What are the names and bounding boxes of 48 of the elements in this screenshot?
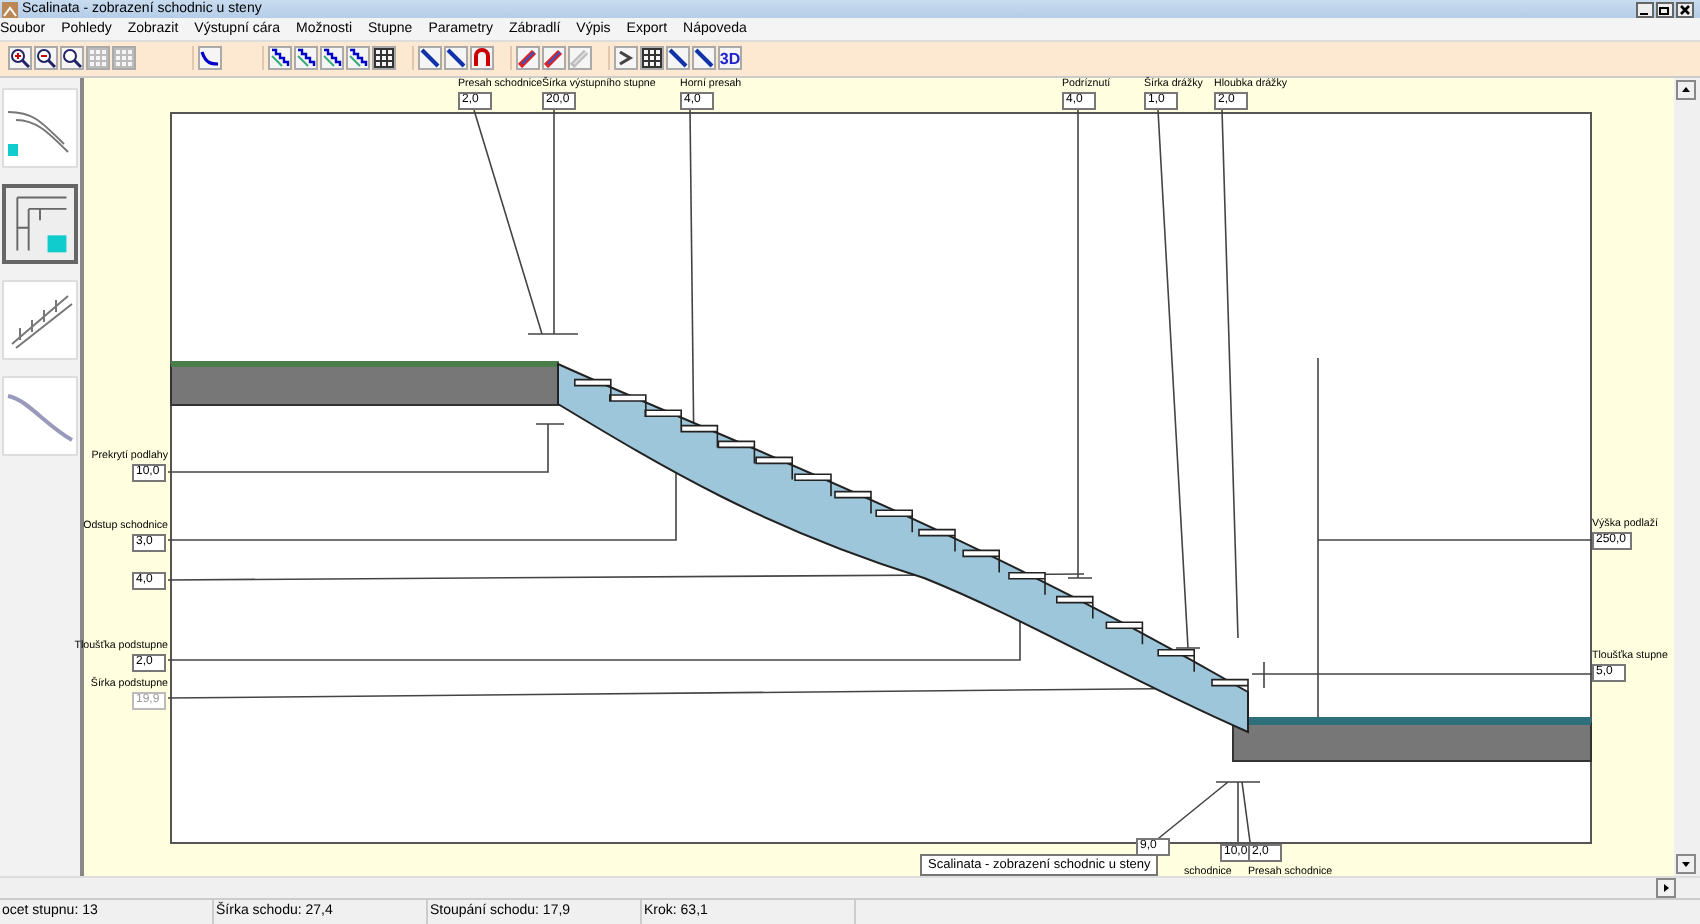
toolbar-button[interactable] bbox=[418, 46, 442, 71]
toolbar-button[interactable] bbox=[268, 46, 292, 71]
chevron-icon bbox=[616, 48, 636, 69]
minimize-icon[interactable] bbox=[1636, 1, 1654, 18]
diagonal-line-icon bbox=[668, 48, 688, 69]
toolbar-button[interactable] bbox=[640, 46, 664, 71]
stair-icon bbox=[270, 48, 290, 69]
grid-icon bbox=[114, 48, 134, 69]
pencil-icon bbox=[570, 48, 590, 69]
vertical-scrollbar[interactable] bbox=[1674, 77, 1698, 876]
scroll-right-icon[interactable] bbox=[1656, 877, 1676, 898]
diagonal-line-icon bbox=[420, 48, 440, 69]
toolbar-button[interactable] bbox=[346, 46, 370, 71]
toolbar-button[interactable] bbox=[34, 46, 58, 71]
grid-icon bbox=[642, 48, 662, 69]
magnet-icon bbox=[472, 48, 492, 69]
magnifier-icon bbox=[62, 48, 82, 69]
pencil-icon bbox=[518, 48, 538, 69]
zoom-in-icon bbox=[10, 48, 30, 69]
stair-icon bbox=[296, 48, 316, 69]
scroll-down-icon[interactable] bbox=[1676, 853, 1696, 874]
grid-icon bbox=[88, 48, 108, 69]
diagonal-line-icon bbox=[694, 48, 714, 69]
toolbar-button[interactable] bbox=[542, 46, 566, 71]
toolbar-button[interactable] bbox=[320, 46, 344, 71]
toolbar-button[interactable] bbox=[692, 46, 716, 71]
toolbar-button[interactable] bbox=[516, 46, 540, 71]
toolbar-button[interactable] bbox=[372, 46, 396, 71]
horizontal-scrollbar[interactable] bbox=[0, 875, 1700, 899]
close-icon[interactable] bbox=[1676, 1, 1694, 18]
curve-icon bbox=[200, 48, 220, 69]
grid-icon bbox=[374, 48, 394, 69]
scroll-up-icon[interactable] bbox=[1676, 79, 1696, 100]
toolbar-button[interactable] bbox=[666, 46, 690, 71]
stair-icon bbox=[348, 48, 368, 69]
zoom-out-icon bbox=[36, 48, 56, 69]
toolbar-button[interactable] bbox=[8, 46, 32, 71]
toolbar-button[interactable] bbox=[614, 46, 638, 71]
stair-icon bbox=[322, 48, 342, 69]
view-thumbnail[interactable] bbox=[2, 183, 78, 264]
toolbar-button[interactable] bbox=[198, 46, 222, 71]
toolbar-button[interactable]: 3D bbox=[718, 46, 742, 71]
toolbar-button[interactable] bbox=[444, 46, 468, 71]
toolbar-button[interactable] bbox=[294, 46, 318, 71]
restore-icon[interactable] bbox=[1656, 1, 1674, 18]
pencil-icon bbox=[544, 48, 564, 69]
diagonal-line-icon bbox=[446, 48, 466, 69]
toolbar-button[interactable] bbox=[60, 46, 84, 71]
